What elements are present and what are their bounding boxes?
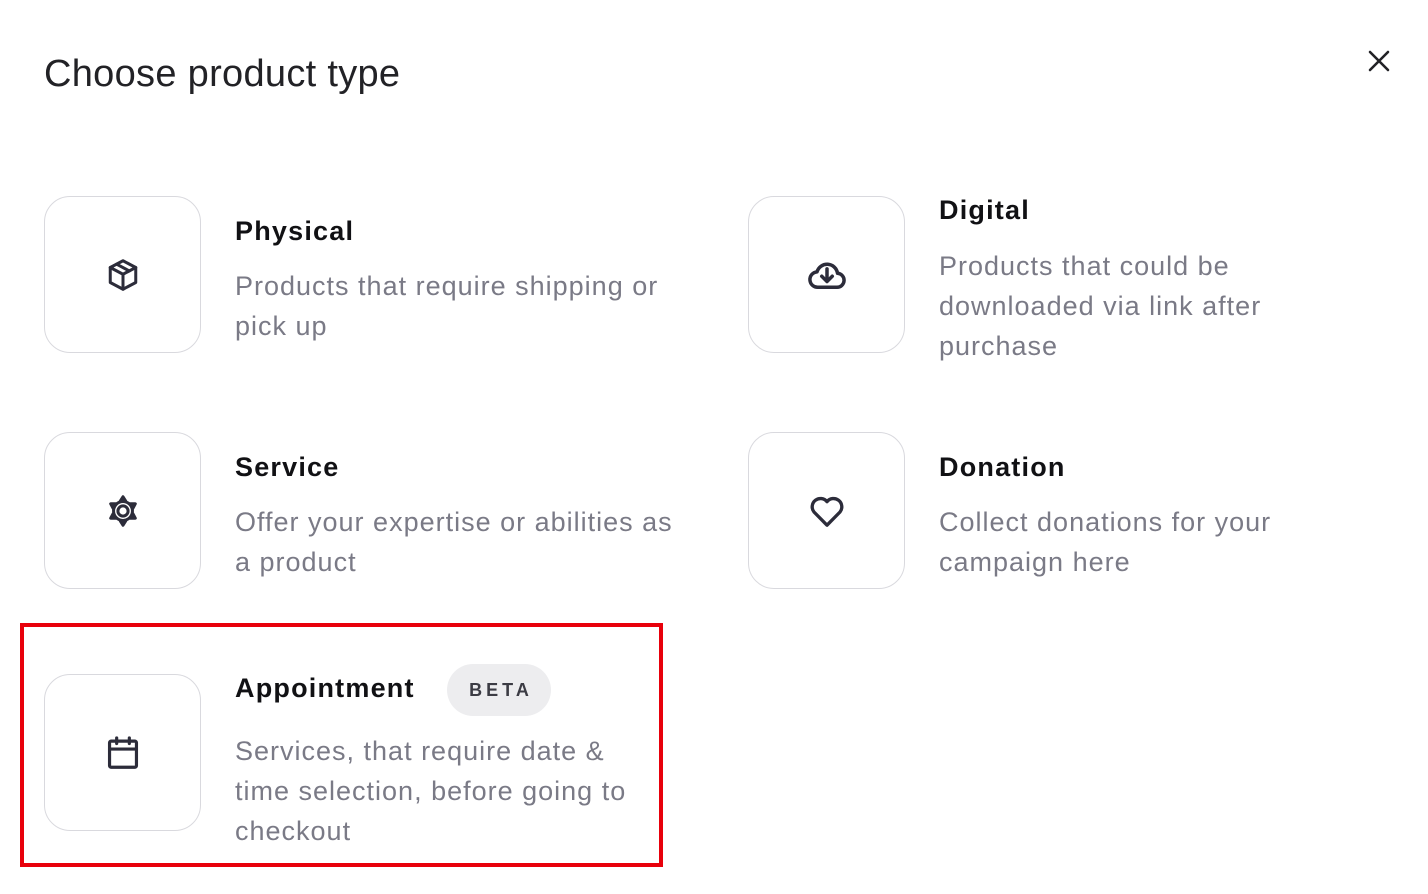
product-type-modal: Choose product type Physical Products th… [0,0,1428,894]
option-physical[interactable]: Physical Products that require shipping … [44,196,704,356]
option-description: Products that could be downloaded via li… [939,251,1262,361]
option-description: Services, that require date & time selec… [235,736,627,846]
heart-icon [810,496,843,527]
option-description: Collect donations for your campaign here [939,507,1272,577]
icon-box [44,432,201,589]
option-description: Offer your expertise or abilities as a p… [235,507,673,577]
option-title: Donation [939,452,1066,482]
option-donation[interactable]: Donation Collect donations for your camp… [748,432,1388,592]
cloud-download-icon [807,262,846,289]
beta-badge: BETA [447,664,551,716]
option-service[interactable]: Service Offer your expertise or abilitie… [44,432,704,592]
box-icon [108,258,137,291]
option-description: Products that require shipping or pick u… [235,271,659,341]
icon-box [44,674,201,831]
close-button[interactable] [1362,44,1396,78]
option-title: Digital [939,195,1030,225]
icon-box [748,432,905,589]
option-digital[interactable]: Digital Products that could be downloade… [748,195,1388,366]
icon-box [44,196,201,353]
modal-title: Choose product type [44,53,401,95]
gear-icon [108,494,137,527]
option-appointment[interactable]: Appointment BETA Services, that require … [44,664,654,854]
option-title: Physical [235,216,355,246]
calendar-icon [107,735,138,769]
option-title: Service [235,452,340,482]
option-title: Appointment [235,673,415,703]
close-icon [1368,50,1390,72]
icon-box [748,196,905,353]
